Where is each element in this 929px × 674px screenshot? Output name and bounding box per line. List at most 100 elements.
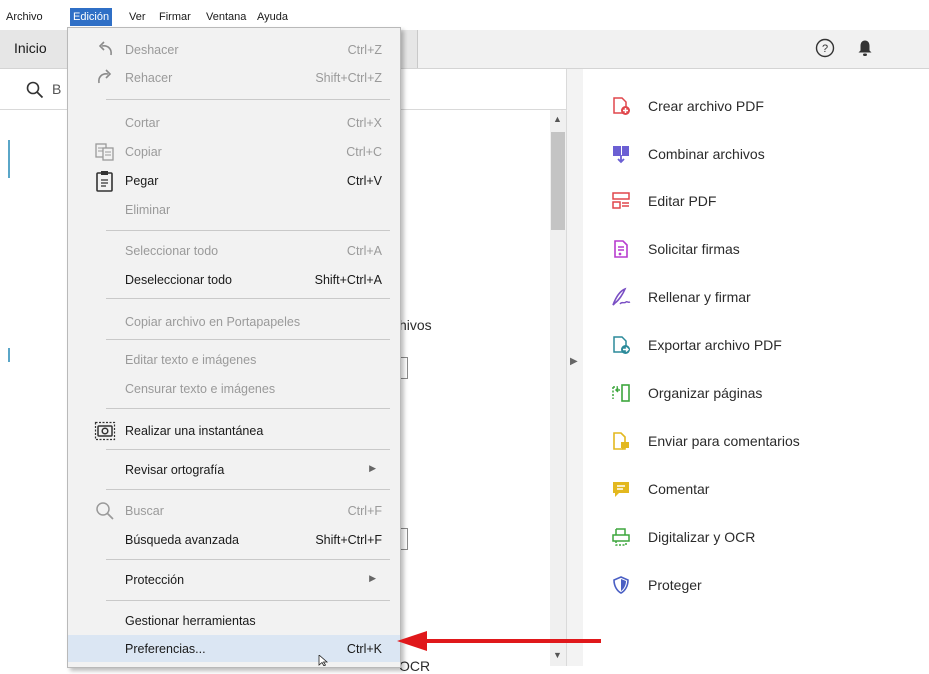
tool-comment[interactable]: Comentar xyxy=(611,476,911,502)
menu-separator xyxy=(106,99,390,100)
menu-separator xyxy=(106,408,390,409)
background-text: OCR xyxy=(399,658,431,674)
menu-item-label: Cortar xyxy=(125,116,160,130)
menu-item-shortcut: Ctrl+A xyxy=(346,244,382,258)
tool-export-pdf[interactable]: Exportar archivo PDF xyxy=(611,332,911,358)
menu-item-paste[interactable]: Pegar Ctrl+V xyxy=(68,167,400,194)
menu-item-label: Pegar xyxy=(125,174,159,188)
menu-item-label: Editar texto e imágenes xyxy=(125,353,257,367)
menu-item-shortcut: Ctrl+C xyxy=(346,145,382,159)
tool-edit-pdf[interactable]: Editar PDF xyxy=(611,188,911,214)
organize-pages-icon xyxy=(612,384,630,402)
menu-item-copy-file[interactable]: Copiar archivo en Portapapeles xyxy=(68,308,400,335)
menu-item-label: Deseleccionar todo xyxy=(125,273,233,287)
tools-panel: Crear archivo PDF Combinar archivos Edit… xyxy=(583,69,929,666)
bell-icon[interactable] xyxy=(857,39,873,57)
submenu-arrow-icon: ▶ xyxy=(369,573,376,583)
tool-label: Solicitar firmas xyxy=(648,241,740,257)
menu-item-redact-text[interactable]: Censurar texto e imágenes xyxy=(68,375,400,402)
menu-item-label: Revisar ortografía xyxy=(125,463,225,477)
comment-icon xyxy=(613,482,629,497)
tool-scan-ocr[interactable]: Digitalizar y OCR xyxy=(611,524,911,550)
menu-item-label: Copiar archivo en Portapapeles xyxy=(125,315,301,329)
menu-item-advanced-search[interactable]: Búsqueda avanzada Shift+Ctrl+F xyxy=(68,526,400,553)
menu-item-select-all[interactable]: Seleccionar todo Ctrl+A xyxy=(68,237,400,264)
menu-item-shortcut: Shift+Ctrl+A xyxy=(314,273,382,287)
edge-marker xyxy=(8,348,10,362)
menu-item-shortcut: Ctrl+F xyxy=(347,504,382,518)
combine-files-icon xyxy=(613,146,629,164)
menu-ventana[interactable]: Ventana xyxy=(203,8,249,26)
search-icon xyxy=(96,502,114,520)
submenu-arrow-icon: ▶ xyxy=(369,463,376,473)
menu-item-spelling[interactable]: Revisar ortografía ▶ xyxy=(68,456,400,483)
expand-arrow-icon[interactable]: ▶ xyxy=(570,356,578,367)
tool-fill-sign[interactable]: Rellenar y firmar xyxy=(611,284,911,310)
tool-label: Exportar archivo PDF xyxy=(648,337,782,353)
svg-text:?: ? xyxy=(822,43,828,55)
menu-ver[interactable]: Ver xyxy=(126,8,149,26)
menu-item-redo[interactable]: Rehacer Shift+Ctrl+Z xyxy=(68,64,400,91)
menu-archivo[interactable]: Archivo xyxy=(3,8,46,26)
fill-sign-icon xyxy=(612,287,631,306)
tool-label: Rellenar y firmar xyxy=(648,289,751,305)
edit-menu: Deshacer Ctrl+Z Rehacer Shift+Ctrl+Z Cor… xyxy=(67,27,401,668)
tool-protect[interactable]: Proteger xyxy=(611,572,911,598)
menu-separator xyxy=(106,489,390,490)
menu-item-shortcut: Ctrl+X xyxy=(346,116,382,130)
menu-item-label: Deshacer xyxy=(125,43,179,57)
redo-icon xyxy=(98,69,112,84)
background-text: hivos xyxy=(399,317,432,333)
tool-label: Editar PDF xyxy=(648,193,717,209)
menu-item-cut[interactable]: Cortar Ctrl+X xyxy=(68,109,400,136)
menu-item-snapshot[interactable]: Realizar una instantánea xyxy=(68,417,400,444)
undo-icon xyxy=(98,41,112,56)
paste-icon xyxy=(96,171,113,192)
menu-separator xyxy=(106,230,390,231)
menu-separator xyxy=(106,559,390,560)
menu-item-delete[interactable]: Eliminar xyxy=(68,196,400,223)
menu-item-manage-tools[interactable]: Gestionar herramientas xyxy=(68,607,400,634)
tool-label: Organizar páginas xyxy=(648,385,763,401)
scroll-up-icon[interactable]: ▲ xyxy=(553,114,562,124)
menu-item-label: Protección xyxy=(125,573,185,587)
menu-item-shortcut: Ctrl+K xyxy=(346,642,382,656)
tool-request-signatures[interactable]: Solicitar firmas xyxy=(611,236,911,262)
scroll-thumb[interactable] xyxy=(551,132,565,230)
vertical-scrollbar[interactable]: ▲ ▼ xyxy=(550,110,566,666)
menu-item-shortcut: Ctrl+V xyxy=(346,174,382,188)
camera-icon xyxy=(94,421,116,441)
send-comments-icon xyxy=(613,432,629,450)
background-field xyxy=(401,528,408,550)
menu-item-deselect-all[interactable]: Deseleccionar todo Shift+Ctrl+A xyxy=(68,266,400,293)
tool-label: Enviar para comentarios xyxy=(648,433,800,449)
tool-organize-pages[interactable]: Organizar páginas xyxy=(611,380,911,406)
menu-item-shortcut: Shift+Ctrl+Z xyxy=(315,71,382,85)
help-icon[interactable]: ? xyxy=(815,38,835,58)
menu-item-undo[interactable]: Deshacer Ctrl+Z xyxy=(68,36,400,63)
protect-icon xyxy=(613,576,629,594)
tool-combine-files[interactable]: Combinar archivos xyxy=(611,141,911,167)
menu-item-label: Rehacer xyxy=(125,71,173,85)
mouse-cursor-icon xyxy=(318,655,329,666)
menu-edicion[interactable]: Edición xyxy=(70,8,113,26)
tool-label: Combinar archivos xyxy=(648,146,765,162)
tool-send-comments[interactable]: Enviar para comentarios xyxy=(611,428,911,454)
menu-item-shortcut: Ctrl+Z xyxy=(347,43,382,57)
scan-ocr-icon xyxy=(612,528,630,546)
menu-item-copy[interactable]: Copiar Ctrl+C xyxy=(68,138,400,165)
red-arrow-annotation xyxy=(397,631,601,651)
tool-label: Comentar xyxy=(648,481,710,497)
menu-item-label: Realizar una instantánea xyxy=(125,424,264,438)
panel-divider[interactable]: ▶ xyxy=(566,69,584,666)
menu-separator xyxy=(106,339,390,340)
menu-item-preferences[interactable]: Preferencias... Ctrl+K xyxy=(68,635,400,662)
menu-item-edit-text[interactable]: Editar texto e imágenes xyxy=(68,346,400,373)
tool-create-pdf[interactable]: Crear archivo PDF xyxy=(611,93,911,119)
menu-firmar[interactable]: Firmar xyxy=(156,8,194,26)
menu-item-find[interactable]: Buscar Ctrl+F xyxy=(68,497,400,524)
menu-item-shortcut: Shift+Ctrl+F xyxy=(315,533,382,547)
menu-ayuda[interactable]: Ayuda xyxy=(254,8,291,26)
menu-item-protection[interactable]: Protección ▶ xyxy=(68,566,400,593)
create-pdf-icon xyxy=(613,97,630,115)
